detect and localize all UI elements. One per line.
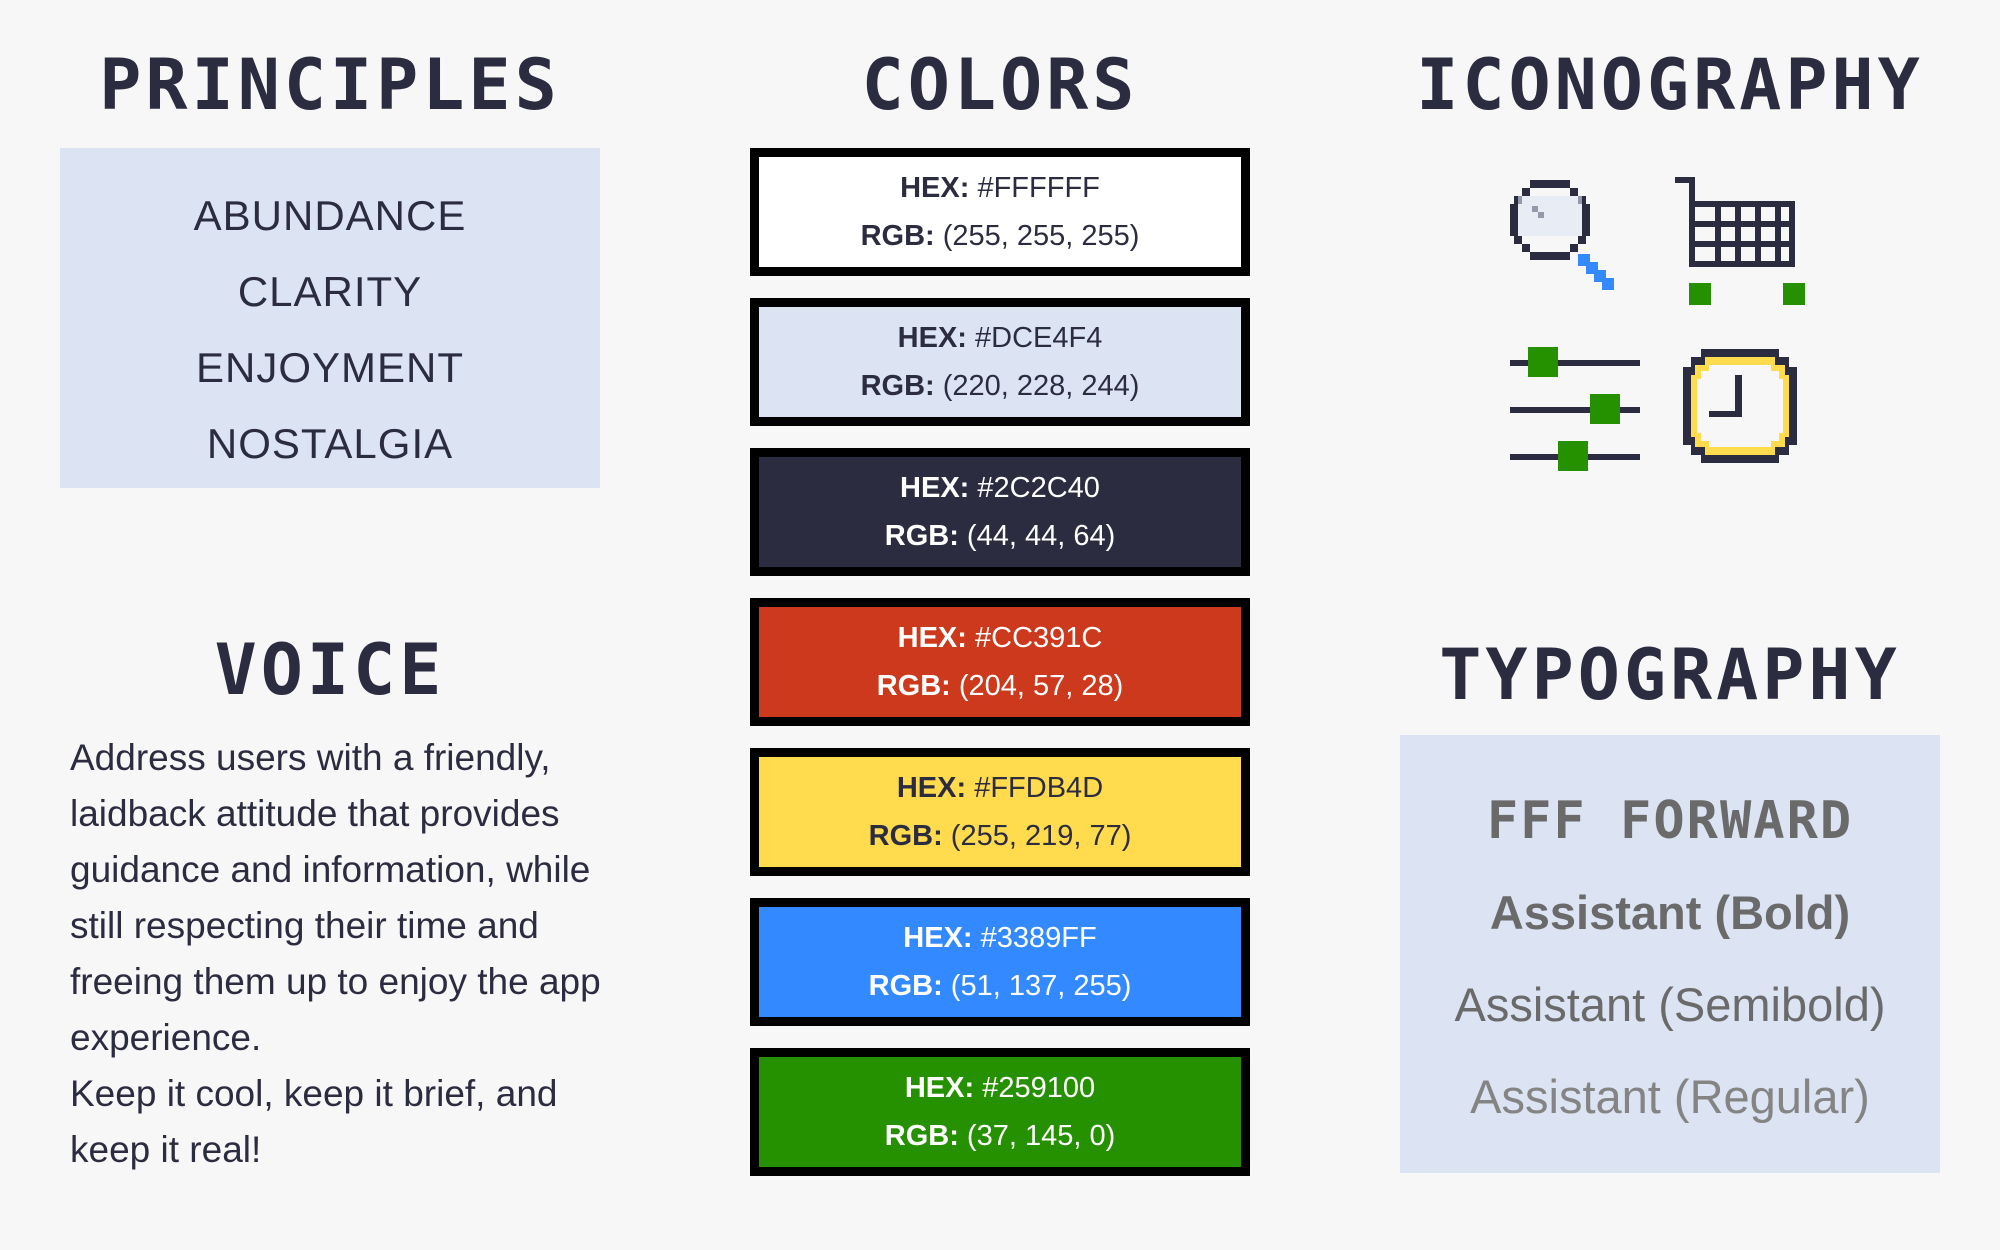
swatch-rgb-line: RGB: (204, 57, 28) xyxy=(877,662,1124,710)
rgb-value: (51, 137, 255) xyxy=(950,970,1132,1002)
rgb-label: RGB: xyxy=(860,220,935,252)
font-sample-fff-forward: FFF FORWARD xyxy=(1486,791,1854,851)
swatch-hex-line: HEX: #3389FF xyxy=(903,914,1096,962)
swatch-hex-line: HEX: #259100 xyxy=(905,1064,1095,1112)
swatch-hex-line: HEX: #DCE4F4 xyxy=(898,314,1103,362)
colors-heading: COLORS xyxy=(861,44,1139,126)
principle-enjoyment: ENJOYMENT xyxy=(195,344,464,391)
color-swatch: HEX: #DCE4F4 RGB: (220, 228, 244) xyxy=(750,298,1250,426)
rgb-label: RGB: xyxy=(884,520,959,552)
swatch-hex-line: HEX: #FFFFFF xyxy=(900,164,1100,212)
hex-value: #CC391C xyxy=(975,622,1103,654)
swatch-rgb-line: RGB: (44, 44, 64) xyxy=(885,512,1116,560)
principle-clarity: CLARITY xyxy=(237,268,423,315)
color-swatch: HEX: #CC391C RGB: (204, 57, 28) xyxy=(750,598,1250,726)
rgb-label: RGB: xyxy=(868,970,943,1002)
color-swatch: HEX: #FFFFFF RGB: (255, 255, 255) xyxy=(750,148,1250,276)
principles-panel: ABUNDANCE CLARITY ENJOYMENT NOSTALGIA xyxy=(60,148,600,488)
sliders-icon xyxy=(1510,347,1640,471)
rgb-label: RGB: xyxy=(860,370,935,402)
clock-icon xyxy=(1683,349,1797,463)
hex-label: HEX: xyxy=(900,472,970,504)
swatch-rgb-line: RGB: (255, 255, 255) xyxy=(861,212,1140,260)
hex-label: HEX: xyxy=(897,322,967,354)
rgb-value: (255, 255, 255) xyxy=(942,220,1140,252)
voice-paragraph: Keep it cool, keep it brief, and keep it… xyxy=(70,1073,558,1170)
rgb-value: (255, 219, 77) xyxy=(950,820,1132,852)
font-sample-bold: Assistant (Bold) xyxy=(1489,886,1851,939)
hex-label: HEX: xyxy=(896,772,967,804)
voice-heading: VOICE xyxy=(214,629,446,711)
hex-label: HEX: xyxy=(903,922,973,954)
hex-value: #DCE4F4 xyxy=(975,322,1103,354)
rgb-value: (37, 145, 0) xyxy=(966,1120,1116,1152)
swatch-hex-line: HEX: #2C2C40 xyxy=(900,464,1100,512)
rgb-label: RGB: xyxy=(876,670,951,702)
hex-value: #2C2C40 xyxy=(977,472,1100,504)
hex-value: #FFDB4D xyxy=(974,772,1104,804)
hex-label: HEX: xyxy=(904,1072,975,1104)
typography-panel: FFF FORWARD Assistant (Bold) Assistant (… xyxy=(1400,735,1940,1173)
principle-abundance: ABUNDANCE xyxy=(193,192,467,239)
rgb-value: (44, 44, 64) xyxy=(966,520,1116,552)
swatch-hex-line: HEX: #FFDB4D xyxy=(897,764,1103,812)
swatch-rgb-line: RGB: (37, 145, 0) xyxy=(885,1112,1116,1160)
color-swatch: HEX: #259100 RGB: (37, 145, 0) xyxy=(750,1048,1250,1176)
hex-label: HEX: xyxy=(897,622,967,654)
hex-value: #259100 xyxy=(982,1072,1096,1104)
font-sample-semibold: Assistant (Semibold) xyxy=(1454,978,1886,1031)
hex-label: HEX: xyxy=(900,172,970,204)
color-swatch: HEX: #FFDB4D RGB: (255, 219, 77) xyxy=(750,748,1250,876)
swatch-rgb-line: RGB: (51, 137, 255) xyxy=(869,962,1132,1010)
swatch-rgb-line: RGB: (220, 228, 244) xyxy=(861,362,1140,410)
color-swatch: HEX: #3389FF RGB: (51, 137, 255) xyxy=(750,898,1250,1026)
rgb-value: (204, 57, 28) xyxy=(958,670,1124,702)
voice-paragraph: Address users with a friendly, laidback … xyxy=(70,737,601,1058)
swatch-hex-line: HEX: #CC391C xyxy=(898,614,1103,662)
hex-value: #FFFFFF xyxy=(977,172,1100,204)
hex-value: #3389FF xyxy=(980,922,1097,954)
principle-nostalgia: NOSTALGIA xyxy=(206,420,454,467)
rgb-label: RGB: xyxy=(868,820,943,852)
rgb-value: (220, 228, 244) xyxy=(942,370,1140,402)
typography-heading: TYPOGRAPHY xyxy=(1439,634,1901,716)
font-sample-regular: Assistant (Regular) xyxy=(1470,1070,1870,1123)
principles-heading: PRINCIPLES xyxy=(99,44,561,126)
search-icon xyxy=(1510,180,1614,290)
swatch-rgb-line: RGB: (255, 219, 77) xyxy=(869,812,1132,860)
voice-description: Address users with a friendly, laidback … xyxy=(70,730,630,1178)
color-swatch: HEX: #2C2C40 RGB: (44, 44, 64) xyxy=(750,448,1250,576)
rgb-label: RGB: xyxy=(884,1120,959,1152)
iconography-heading: ICONOGRAPHY xyxy=(1416,44,1924,126)
cart-icon xyxy=(1675,177,1805,305)
